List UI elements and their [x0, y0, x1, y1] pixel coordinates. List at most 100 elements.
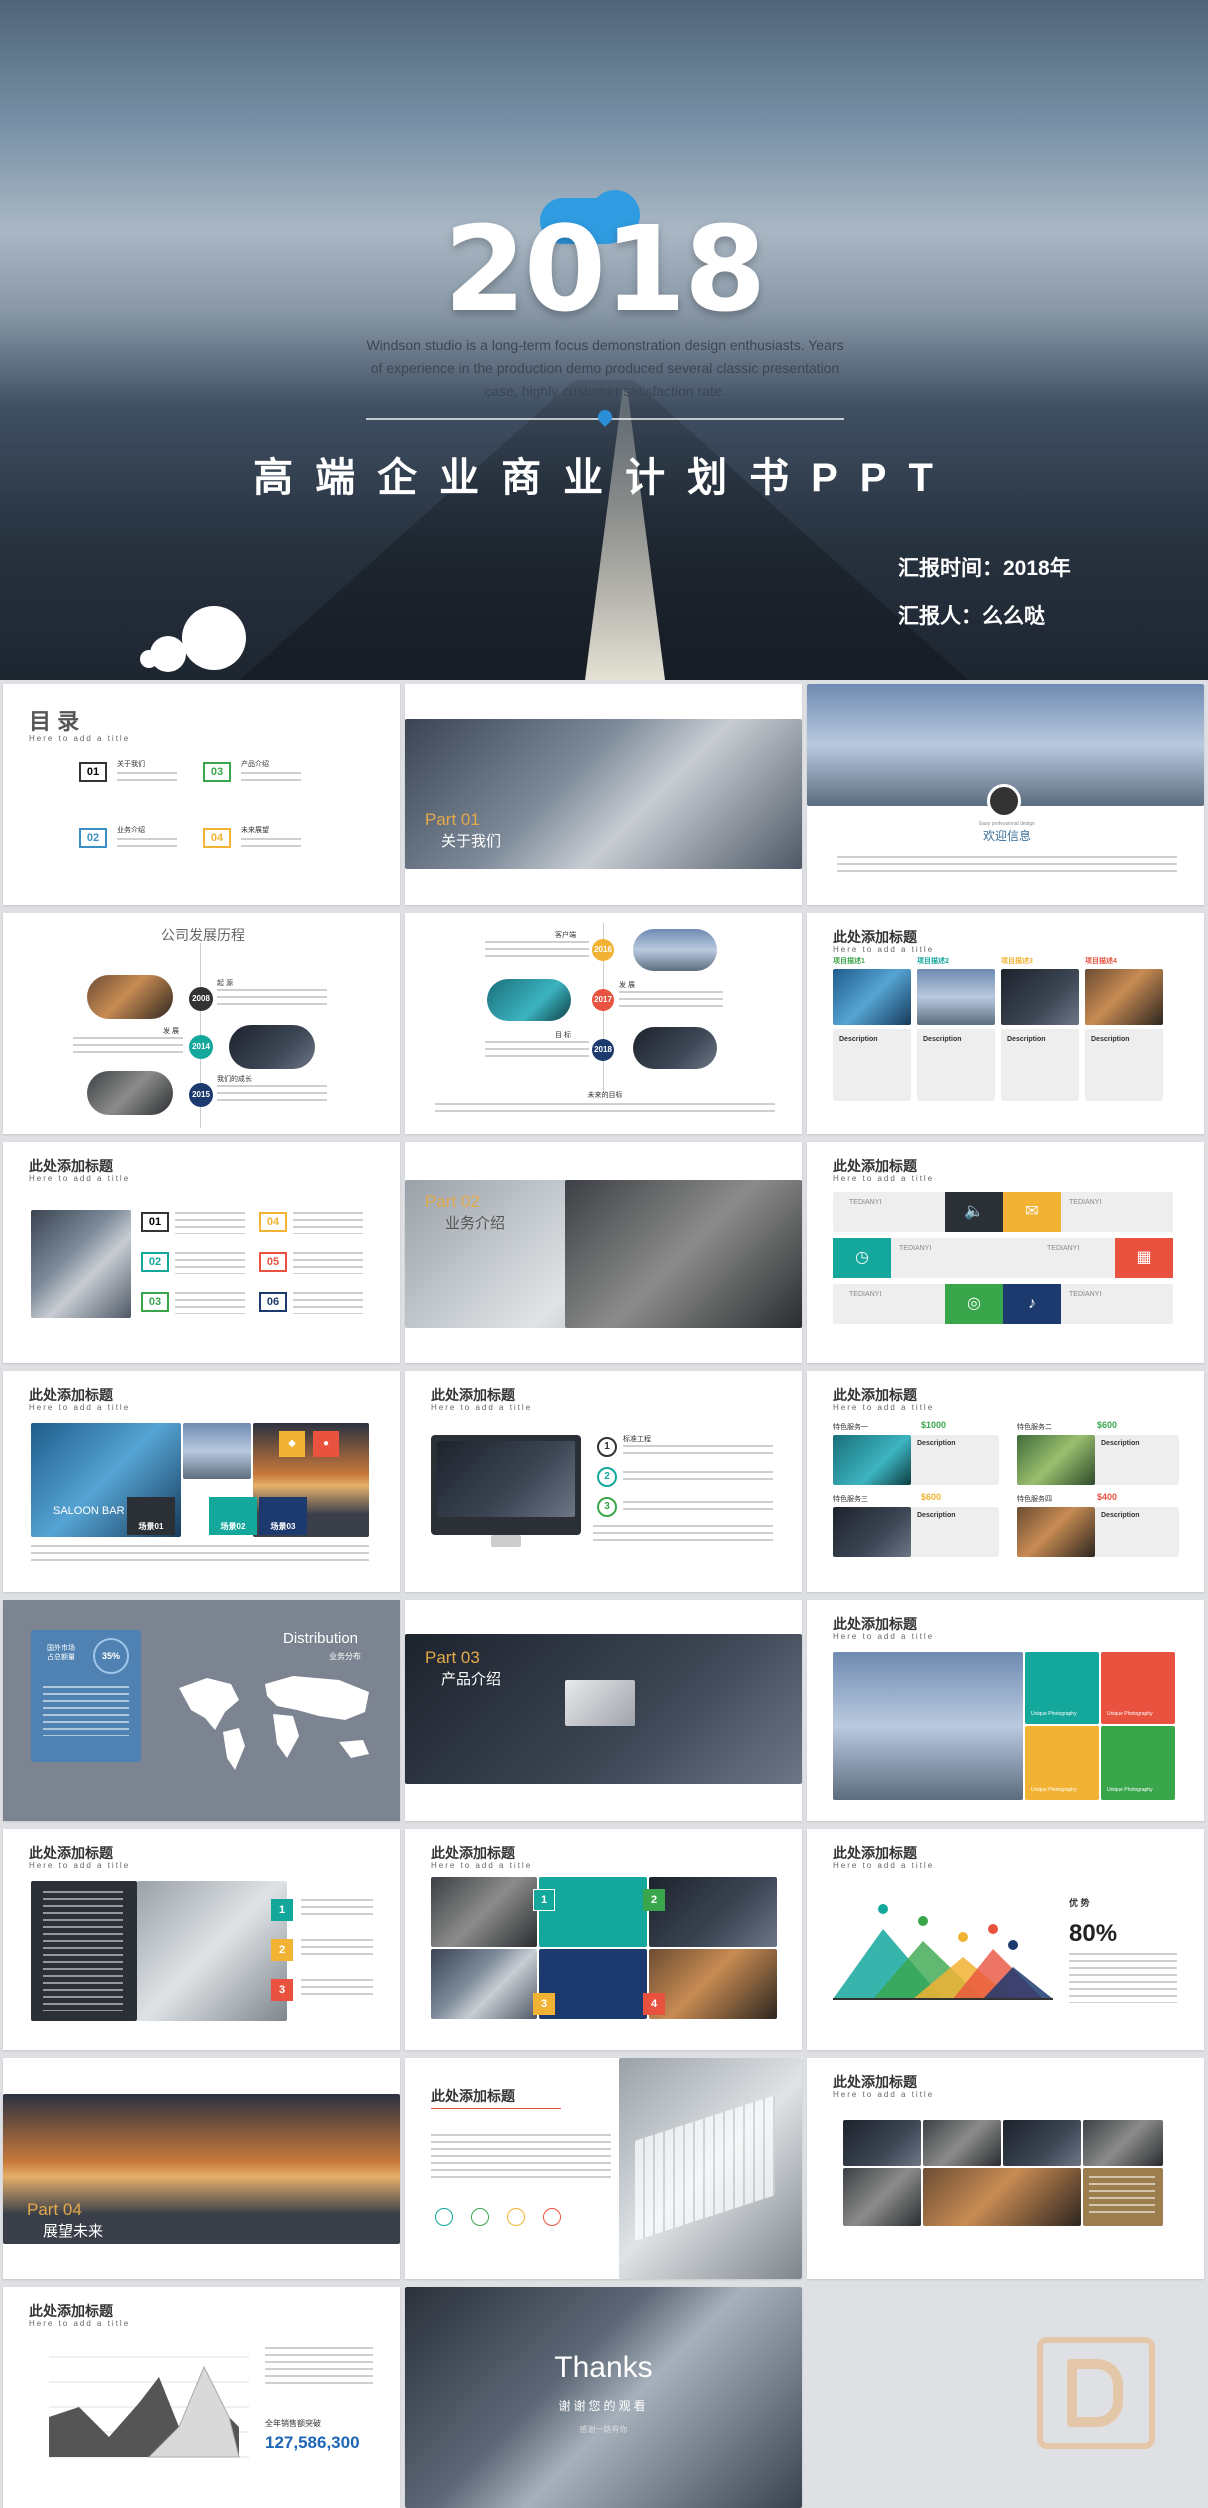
slide-distribution[interactable]: 国外市场 占总额量 35% Distribution 业务分布	[3, 1600, 400, 1821]
trend-percent: 80%	[1069, 1920, 1118, 1947]
microphone-icon: ♪	[1003, 1284, 1061, 1324]
windows-icon: ▦	[1115, 1238, 1173, 1278]
watermark-letter-shape	[1067, 2359, 1123, 2427]
step-badge: 2	[271, 1939, 293, 1961]
service-price: $600	[1097, 1420, 1118, 1430]
camera-photo	[843, 2168, 921, 2226]
toc-label: 未来展望	[241, 827, 269, 834]
toc-label: 关于我们	[117, 761, 145, 768]
slide-steps[interactable]: 此处添加标题 Here to add a title 1 2 3	[3, 1829, 400, 2050]
toc-label: 产品介绍	[241, 761, 269, 768]
service-desc: Description	[917, 1440, 956, 1447]
street-photo	[649, 1949, 777, 2019]
empty-slot	[807, 2287, 1204, 2508]
slide-photo-grid[interactable]: 此处添加标题 Here to add a title 1 2 3 4	[405, 1829, 802, 2050]
timeline-photo	[487, 979, 571, 1021]
slide-welcome[interactable]: Easy professional design 欢迎信息	[807, 684, 1204, 905]
business-people-photo	[565, 1180, 802, 1328]
slide-toc[interactable]: 目 录 Here to add a title 01 关于我们 02 业务介绍 …	[3, 684, 400, 905]
service-desc: Description	[917, 1512, 956, 1519]
building-photo	[405, 2287, 802, 2508]
slide-title: 此处添加标题	[29, 2303, 113, 2319]
cover-title: 高端企业商业计划书PPT	[253, 456, 955, 500]
text-lines	[117, 838, 177, 852]
slide-camera-grid[interactable]: 此处添加标题 Here to add a title	[807, 2058, 1204, 2279]
circle-icon	[543, 2208, 561, 2226]
slide-title: 此处添加标题	[833, 1616, 917, 1632]
step-dot: 3	[597, 1497, 617, 1517]
slide-title: 此处添加标题	[833, 2074, 917, 2090]
trend-label: 优 势	[1069, 1898, 1090, 1908]
title-underline	[431, 2108, 561, 2109]
text-lines	[485, 1041, 589, 1057]
slide-timeline[interactable]: 2016 2017 2018 客户端 发 展 目 标 未来的目标	[405, 913, 802, 1134]
slide-part01[interactable]: Part 01 关于我们	[405, 684, 802, 905]
history-label: 起 源	[217, 980, 233, 987]
card-caption: Unique Photography	[1031, 1787, 1077, 1793]
slide-subtitle: Here to add a title	[29, 2319, 131, 2328]
watermark-logo	[1037, 2337, 1155, 2449]
slide-title: 此处添加标题	[833, 1845, 917, 1861]
service-name: 特色服务一	[833, 1424, 868, 1431]
slide-part02[interactable]: Part 02 业务介绍	[405, 1142, 802, 1363]
slide-tedium[interactable]: 此处添加标题 Here to add a title 🔈 ✉ ◷ ▦ ◎ ♪ T…	[807, 1142, 1204, 1363]
text-lines	[43, 1686, 129, 1736]
list-num: 03	[141, 1292, 169, 1312]
camera-photo	[1003, 2120, 1081, 2166]
tag-scene: 场景03	[259, 1497, 307, 1535]
timeline-photo	[633, 929, 717, 971]
tedium-label: TEDIANYI	[1069, 1199, 1102, 1206]
tedium-label: TEDIANYI	[1047, 1245, 1080, 1252]
slide-six-list[interactable]: 此处添加标题 Here to add a title 01 02 03 04 0…	[3, 1142, 400, 1363]
service-name: 特色服务四	[1017, 1496, 1052, 1503]
slide-sales-chart[interactable]: 此处添加标题 Here to add a title 全年销售额突破 127,5…	[3, 2287, 400, 2508]
slide-monitor[interactable]: 此处添加标题 Here to add a title 1 2 3 标准工程	[405, 1371, 802, 1592]
logo-icon	[987, 784, 1021, 818]
slide-four-descriptions[interactable]: 此处添加标题 Here to add a title 项目描述1 项目描述2 项…	[807, 913, 1204, 1134]
distribution-title: Distribution	[283, 1630, 359, 1647]
slide-subtitle: Here to add a title	[833, 1861, 935, 1870]
text-lines	[623, 1471, 773, 1485]
slide-thanks[interactable]: Thanks 谢谢您的观看 感谢一路有你	[405, 2287, 802, 2508]
slide-laptop[interactable]: 此处添加标题	[405, 2058, 802, 2279]
history-label: 我们的成长	[217, 1076, 252, 1083]
timeline-photo	[87, 975, 173, 1019]
slide-subtitle: Here to add a title	[833, 2090, 935, 2099]
desc-photo	[833, 969, 911, 1025]
part-title: 业务介绍	[445, 1215, 506, 1232]
tedium-label: TEDIANYI	[849, 1199, 882, 1206]
slide-subtitle: Here to add a title	[833, 1174, 935, 1183]
chat-icon: ✉	[1003, 1192, 1061, 1232]
slide-title: 此处添加标题	[431, 2088, 515, 2104]
service-photo	[1017, 1435, 1095, 1485]
slide-subtitle: Here to add a title	[833, 1403, 935, 1412]
slide-part03[interactable]: Part 03 产品介绍	[405, 1600, 802, 1821]
slide-colorgrid[interactable]: 此处添加标题 Here to add a title Unique Photog…	[807, 1600, 1204, 1821]
history-label: 发 展	[163, 1028, 179, 1035]
percent-ring: 35%	[93, 1638, 129, 1674]
step-label: 标准工程	[623, 1436, 651, 1443]
grid-badge: 2	[643, 1889, 665, 1911]
year-badge: 2018	[592, 1039, 614, 1061]
slide-history[interactable]: 公司发展历程 2008 2014 2015 起 源 发 展 我们的成长	[3, 913, 400, 1134]
service-name: 特色服务二	[1017, 1424, 1052, 1431]
step-badge: 3	[271, 1979, 293, 2001]
slide-title: 此处添加标题	[833, 1387, 917, 1403]
slide-mosaic[interactable]: 此处添加标题 Here to add a title SALOON BAR ◆ …	[3, 1371, 400, 1592]
timeline-photo	[633, 1027, 717, 1069]
text-lines	[293, 1292, 363, 1314]
cover-slide[interactable]: 2018 Windson studio is a long-term focus…	[0, 0, 1208, 680]
square-icon: ◆	[279, 1431, 305, 1457]
text-lines	[175, 1252, 245, 1274]
list-num: 01	[141, 1212, 169, 1232]
toc-subtitle: Here to add a title	[29, 734, 131, 743]
slide-prices[interactable]: 此处添加标题 Here to add a title 特色服务一 $1000 特…	[807, 1371, 1204, 1592]
text-card	[539, 1877, 647, 1947]
text-lines	[31, 1545, 369, 1563]
text-lines	[43, 1891, 123, 2011]
service-price: $600	[921, 1492, 942, 1502]
mountain-photo	[137, 1881, 287, 2021]
slide-trend[interactable]: 此处添加标题 Here to add a title 优 势 80%	[807, 1829, 1204, 2050]
slide-part04[interactable]: Part 04 展望未来	[3, 2058, 400, 2279]
text-card	[539, 1949, 647, 2019]
